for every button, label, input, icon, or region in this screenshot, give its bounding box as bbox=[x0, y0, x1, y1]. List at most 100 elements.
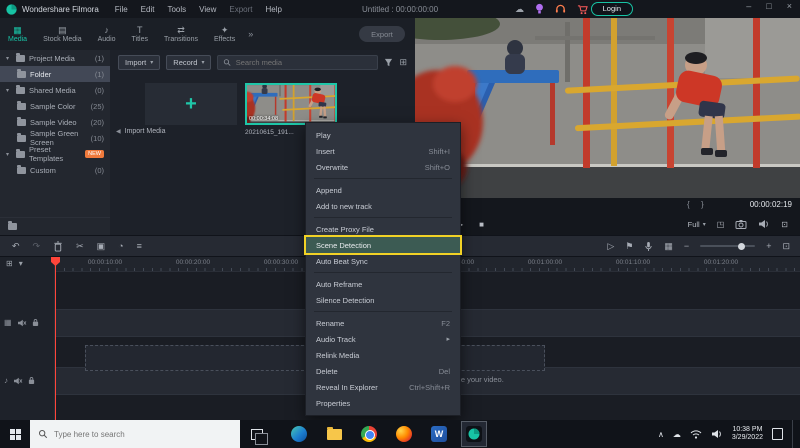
caret-down-icon[interactable]: ▾ bbox=[6, 87, 12, 94]
sidebar-item-sample-video[interactable]: Sample Video (20) bbox=[0, 114, 110, 130]
chrome-icon[interactable] bbox=[356, 421, 382, 447]
login-button[interactable]: Login bbox=[590, 2, 633, 16]
render-preview-icon[interactable]: ▷ bbox=[607, 241, 614, 252]
notification-center-icon[interactable] bbox=[772, 428, 783, 440]
menu-tools[interactable]: Tools bbox=[167, 5, 186, 14]
fit-timeline-icon[interactable]: ⊡ bbox=[782, 241, 790, 252]
menu-edit[interactable]: Edit bbox=[141, 5, 155, 14]
record-dropdown-button[interactable]: Record ▾ bbox=[166, 54, 212, 70]
tab-audio[interactable]: ♪ Audio bbox=[90, 25, 124, 43]
zoom-slider[interactable] bbox=[700, 242, 756, 250]
mute-track-icon[interactable] bbox=[13, 377, 23, 385]
menu-item-silence-detection[interactable]: Silence Detection bbox=[306, 292, 460, 308]
speed-icon[interactable]: ◔ bbox=[118, 241, 123, 251]
preview-video[interactable] bbox=[415, 18, 800, 198]
menu-item-play[interactable]: Play bbox=[306, 127, 460, 143]
chevron-down-icon[interactable]: ▾ bbox=[19, 259, 23, 268]
volume-tray-icon[interactable] bbox=[711, 429, 723, 439]
menu-item-delete[interactable]: Delete Del bbox=[306, 363, 460, 379]
tab-media[interactable]: ▦ Media bbox=[0, 25, 35, 43]
close-button[interactable]: × bbox=[787, 1, 792, 11]
delete-trash-icon[interactable] bbox=[53, 240, 63, 252]
sidebar-item-folder[interactable]: Folder (1) bbox=[0, 66, 110, 82]
menu-item-overwrite[interactable]: Overwrite Shift+O bbox=[306, 159, 460, 175]
tab-titles[interactable]: T Titles bbox=[124, 25, 156, 43]
cloud-sync-icon[interactable]: ☁ bbox=[515, 4, 524, 15]
tab-transitions[interactable]: ⇄ Transitions bbox=[156, 25, 206, 43]
sidebar-item-sample-green-screen[interactable]: Sample Green Screen (10) bbox=[0, 129, 110, 147]
audio-mixer-icon[interactable]: ≡ bbox=[137, 241, 142, 251]
edge-icon[interactable] bbox=[286, 421, 312, 447]
more-tabs-chevron-icon[interactable]: » bbox=[248, 29, 253, 39]
support-headset-icon[interactable] bbox=[555, 4, 566, 14]
menu-item-append[interactable]: Append bbox=[306, 182, 460, 198]
media-search-box[interactable] bbox=[217, 54, 379, 70]
display-size-dropdown[interactable]: Full ▾ bbox=[688, 220, 706, 229]
menu-item-scene-detection[interactable]: Scene Detection bbox=[306, 237, 460, 253]
upgrade-cart-icon[interactable] bbox=[577, 4, 588, 15]
hidden-icons-chevron[interactable]: ∧ bbox=[658, 430, 664, 439]
sidebar-item-preset-templates[interactable]: ▾ Preset Templates NEW bbox=[0, 145, 110, 163]
filter-funnel-icon[interactable] bbox=[384, 58, 393, 67]
grid-view-icon[interactable]: ⊞ bbox=[399, 57, 407, 68]
menu-file[interactable]: File bbox=[115, 5, 128, 14]
menu-item-audio-track[interactable]: Audio Track ▸ bbox=[306, 331, 460, 347]
tab-stock-media[interactable]: ▤ Stock Media bbox=[35, 25, 90, 43]
crop-icon[interactable]: ▣ bbox=[97, 241, 106, 252]
menu-item-add-to-new-track[interactable]: Add to new track bbox=[306, 198, 460, 214]
tab-effects[interactable]: ✦ Effects bbox=[206, 25, 243, 43]
sidebar-item-shared-media[interactable]: ▾ Shared Media (0) bbox=[0, 82, 110, 98]
word-icon[interactable]: W bbox=[426, 421, 452, 447]
menu-item-auto-beat-sync[interactable]: Auto Beat Sync bbox=[306, 253, 460, 269]
menu-item-rename[interactable]: Rename F2 bbox=[306, 315, 460, 331]
volume-icon[interactable] bbox=[758, 219, 770, 229]
mark-in-icon[interactable]: { bbox=[687, 200, 690, 209]
playhead-line[interactable] bbox=[55, 257, 56, 420]
fullscreen-icon[interactable]: ⊡ bbox=[781, 220, 788, 229]
wifi-icon[interactable] bbox=[690, 429, 702, 439]
menu-item-create-proxy-file[interactable]: Create Proxy File bbox=[306, 221, 460, 237]
firefox-icon[interactable] bbox=[391, 421, 417, 447]
marker-icon[interactable]: ⚑ bbox=[625, 241, 633, 252]
lock-track-icon[interactable] bbox=[32, 318, 39, 327]
file-explorer-icon[interactable] bbox=[321, 421, 347, 447]
sidebar-item-custom[interactable]: Custom (0) bbox=[0, 162, 110, 178]
new-folder-icon[interactable] bbox=[8, 221, 17, 230]
menu-export[interactable]: Export bbox=[229, 5, 252, 14]
snapshot-camera-icon[interactable] bbox=[735, 219, 747, 229]
sidebar-item-sample-color[interactable]: Sample Color (25) bbox=[0, 98, 110, 114]
undo-icon[interactable]: ↶ bbox=[12, 241, 20, 252]
minimize-button[interactable]: – bbox=[746, 1, 751, 11]
voiceover-mic-icon[interactable] bbox=[644, 241, 653, 252]
search-input[interactable] bbox=[235, 57, 373, 67]
menu-item-auto-reframe[interactable]: Auto Reframe bbox=[306, 276, 460, 292]
zoom-slider-knob[interactable] bbox=[738, 242, 746, 250]
media-clip-thumbnail[interactable]: 00:00:34:08 bbox=[245, 83, 337, 125]
sidebar-item-project-media[interactable]: ▾ Project Media (1) bbox=[0, 50, 110, 66]
maximize-button[interactable]: □ bbox=[766, 1, 771, 11]
screen-record-icon[interactable]: ▦ bbox=[664, 241, 673, 252]
taskbar-clock[interactable]: 10:38 PM 3/29/2022 bbox=[732, 426, 763, 443]
import-media-tile[interactable]: + bbox=[145, 83, 237, 125]
caret-down-icon[interactable]: ▾ bbox=[6, 151, 12, 158]
task-view-icon[interactable] bbox=[251, 428, 268, 445]
menu-item-reveal-in-explorer[interactable]: Reveal In Explorer Ctrl+Shift+R bbox=[306, 379, 460, 395]
zoom-out-icon[interactable]: − bbox=[684, 241, 689, 251]
lock-track-icon[interactable] bbox=[28, 376, 35, 385]
collapse-panel-icon[interactable]: ◀ bbox=[116, 128, 121, 135]
taskbar-search-box[interactable] bbox=[30, 420, 240, 448]
mark-out-icon[interactable]: } bbox=[701, 200, 704, 209]
import-dropdown-button[interactable]: Import ▾ bbox=[118, 54, 161, 70]
mute-track-icon[interactable] bbox=[17, 319, 27, 327]
split-scissors-icon[interactable]: ✂ bbox=[76, 241, 84, 252]
menu-help[interactable]: Help bbox=[265, 5, 281, 14]
taskbar-search-input[interactable] bbox=[54, 429, 219, 439]
stop-button[interactable]: ■ bbox=[479, 220, 484, 229]
whats-new-bulb-icon[interactable] bbox=[535, 3, 544, 15]
export-button[interactable]: Export bbox=[359, 26, 405, 42]
menu-item-insert[interactable]: Insert Shift+I bbox=[306, 143, 460, 159]
redo-icon[interactable]: ↷ bbox=[33, 241, 41, 252]
menu-view[interactable]: View bbox=[199, 5, 216, 14]
manage-tracks-icon[interactable]: ⊞ bbox=[6, 259, 13, 268]
onedrive-cloud-icon[interactable]: ☁ bbox=[673, 430, 681, 439]
